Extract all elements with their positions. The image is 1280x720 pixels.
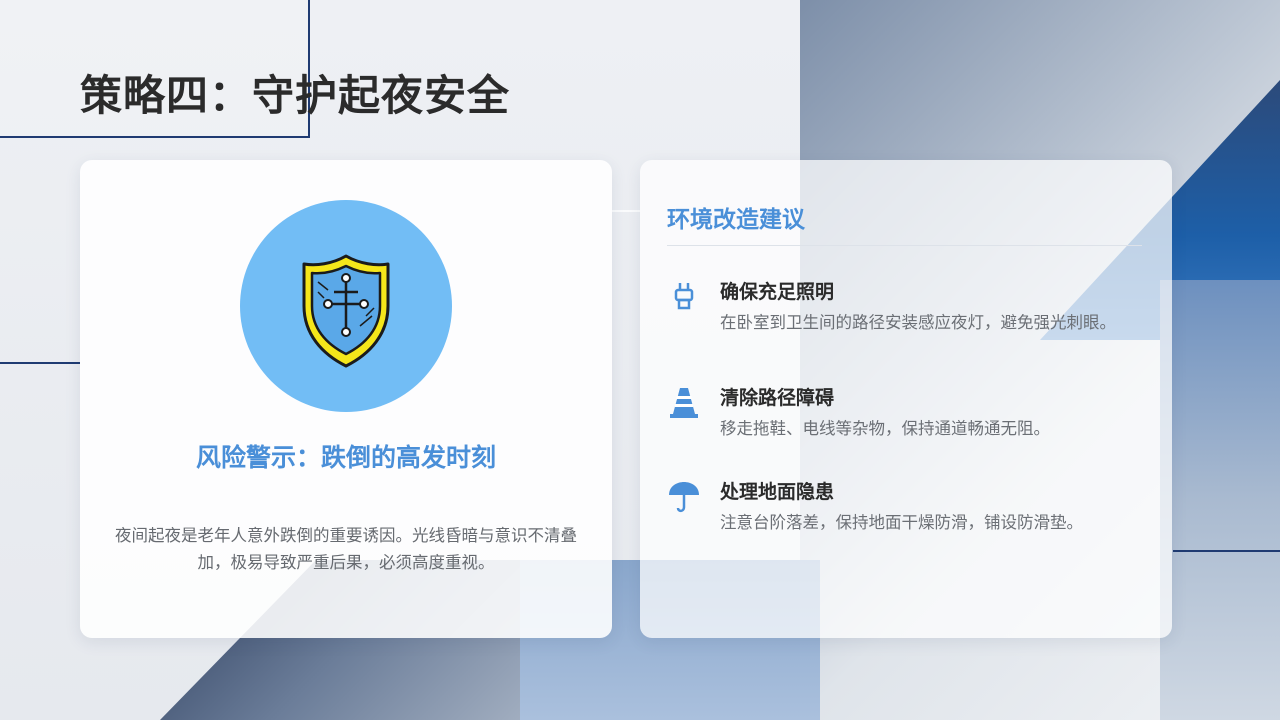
slide-title: 策略四：守护起夜安全 xyxy=(80,71,511,120)
suggestion-text: 移走拖鞋、电线等杂物，保持通道畅通无阻。 xyxy=(720,419,1050,438)
plug-icon xyxy=(674,283,694,310)
umbrella-icon xyxy=(669,482,699,513)
risk-heading: 风险警示：跌倒的高发时刻 xyxy=(195,443,496,472)
traffic-cone-icon xyxy=(670,388,698,418)
shield-icon xyxy=(302,254,390,368)
shield-icon-circle xyxy=(240,200,452,412)
suggestion-title: 处理地面隐患 xyxy=(720,481,835,503)
suggestion-title: 清除路径障碍 xyxy=(720,387,835,409)
suggestion-text: 在卧室到卫生间的路径安装感应夜灯，避免强光刺眼。 xyxy=(720,313,1116,332)
risk-warning-card: 风险警示：跌倒的高发时刻 夜间起夜是老年人意外跌倒的重要诱因。光线昏暗与意识不清… xyxy=(80,160,612,638)
environment-suggestions-card: 环境改造建议 确保充足照明 在卧室到卫生间的路径安装感应夜灯，避免强光刺眼。 清… xyxy=(640,160,1172,638)
divider xyxy=(667,245,1142,246)
suggestion-text: 注意台阶落差，保持地面干燥防滑，铺设防滑垫。 xyxy=(720,513,1083,532)
risk-description: 夜间起夜是老年人意外跌倒的重要诱因。光线昏暗与意识不清叠加，极易导致严重后果，必… xyxy=(115,526,577,572)
suggestion-title: 确保充足照明 xyxy=(720,281,835,303)
environment-heading: 环境改造建议 xyxy=(667,207,805,233)
